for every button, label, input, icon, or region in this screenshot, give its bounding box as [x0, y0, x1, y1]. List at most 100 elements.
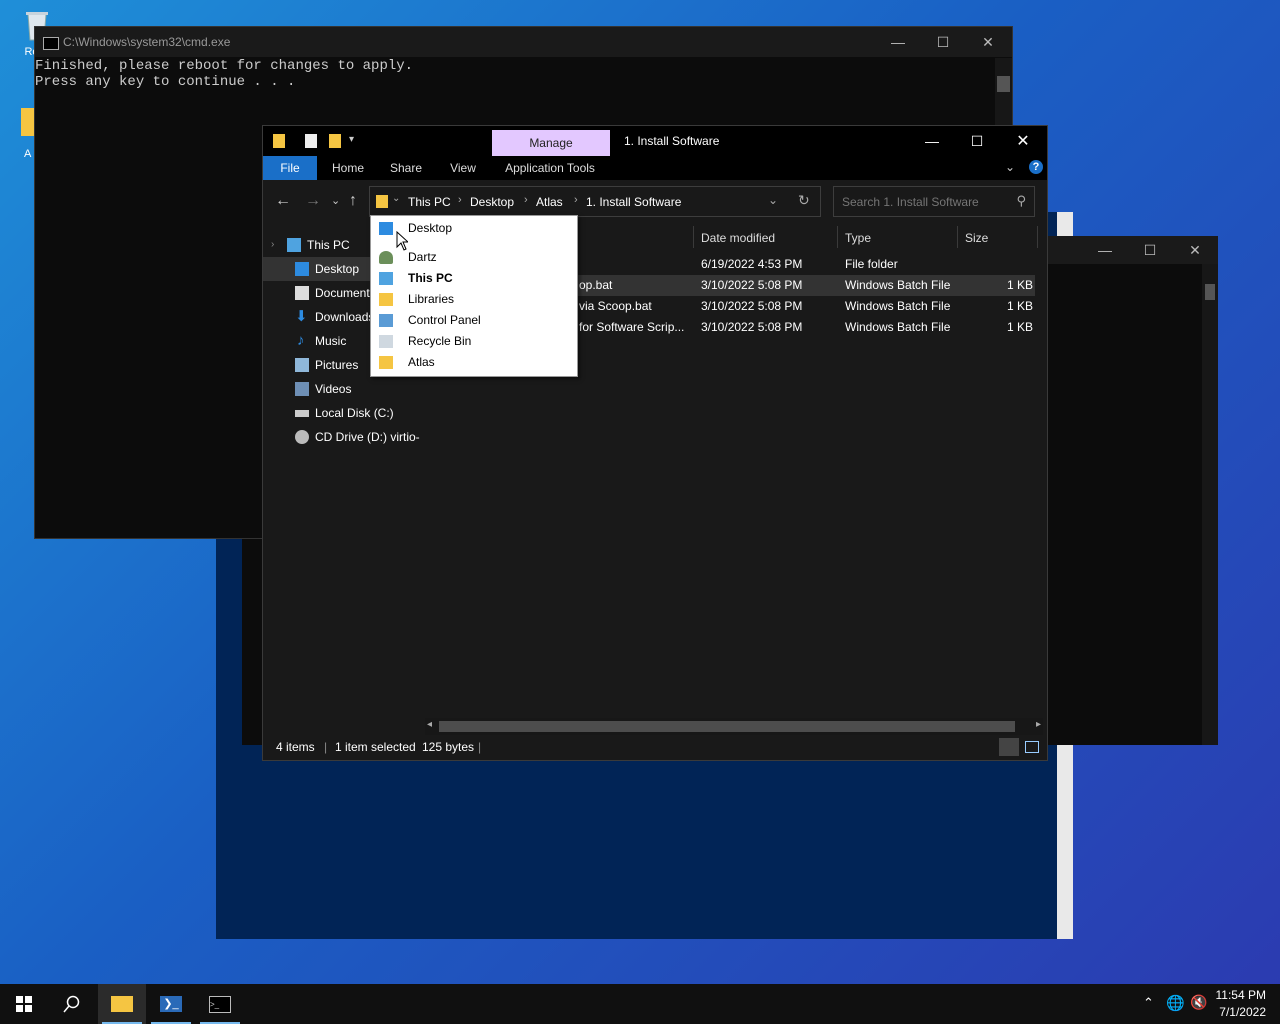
- control-panel-icon: [379, 314, 393, 327]
- help-icon[interactable]: ?: [1029, 160, 1043, 174]
- close-icon[interactable]: ✕: [1000, 127, 1046, 155]
- window-titlebar[interactable]: C:\Windows\system32\cmd.exe — ☐ ✕: [35, 27, 1012, 57]
- nav-label: This PC: [307, 238, 350, 252]
- tab-manage[interactable]: Manage: [492, 130, 610, 156]
- details-view-icon[interactable]: [999, 738, 1019, 756]
- breadcrumb-desktop[interactable]: Desktop: [470, 195, 514, 209]
- recycle-bin-icon: [379, 335, 393, 348]
- taskbar-powershell[interactable]: ❯_: [147, 984, 195, 1024]
- breadcrumb-current-folder[interactable]: 1. Install Software: [586, 195, 681, 209]
- nav-label: Desktop: [315, 262, 360, 276]
- tab-view[interactable]: View: [441, 156, 485, 180]
- clock-time: 11:54 PM: [1215, 988, 1266, 1002]
- column-header-type[interactable]: Type: [845, 226, 871, 250]
- hard-drive-icon: [295, 410, 309, 417]
- nav-label: CD Drive (D:) virtio-: [315, 430, 420, 444]
- ribbon-tabs: File Home Share View Application Tools ⌄…: [263, 156, 1047, 180]
- tab-file[interactable]: File: [263, 156, 317, 180]
- menu-item-label: Desktop: [408, 221, 453, 235]
- desktop-icon: [295, 262, 309, 276]
- customize-quick-access-icon[interactable]: ▾: [349, 134, 361, 148]
- system-clock[interactable]: 11:54 PM 7/1/2022: [1216, 987, 1266, 1021]
- address-history-chevron-icon[interactable]: ⌄: [768, 193, 778, 207]
- scrollbar-thumb[interactable]: [439, 721, 1015, 732]
- pictures-icon: [295, 358, 309, 372]
- chevron-right-icon[interactable]: ›: [524, 194, 528, 206]
- scroll-left-icon[interactable]: ◂: [427, 719, 432, 730]
- nav-label: Documents: [315, 286, 376, 300]
- search-button[interactable]: [48, 984, 96, 1024]
- chevron-right-icon[interactable]: ›: [271, 233, 274, 257]
- nav-item-videos[interactable]: Videos: [263, 377, 421, 401]
- close-icon[interactable]: ✕: [965, 28, 1011, 56]
- vertical-scrollbar[interactable]: [1202, 264, 1218, 745]
- folder-icon: [376, 195, 388, 208]
- search-box[interactable]: ⚲: [833, 186, 1035, 217]
- nav-item-cd-drive[interactable]: CD Drive (D:) virtio-: [263, 425, 421, 449]
- nav-label: Downloads: [315, 310, 375, 324]
- close-icon[interactable]: ✕: [1172, 236, 1218, 264]
- chevron-down-icon[interactable]: ⌄: [1005, 160, 1015, 174]
- terminal-output[interactable]: Finished, please reboot for changes to a…: [35, 58, 413, 90]
- row-date: 6/19/2022 4:53 PM: [701, 257, 803, 271]
- clock-date: 7/1/2022: [1219, 1005, 1266, 1019]
- windows-logo-icon: [16, 996, 32, 1012]
- column-separator: [837, 226, 838, 248]
- back-arrow-icon[interactable]: ←: [275, 192, 291, 210]
- taskbar-file-explorer[interactable]: [98, 984, 146, 1024]
- computer-icon: [379, 272, 393, 285]
- menu-item-recycle-bin[interactable]: Recycle Bin: [371, 331, 577, 352]
- large-icons-view-icon[interactable]: [1025, 741, 1039, 753]
- row-type: Windows Batch File: [845, 299, 951, 313]
- up-arrow-icon[interactable]: ↑: [349, 192, 357, 210]
- tab-home[interactable]: Home: [325, 156, 371, 180]
- properties-icon[interactable]: [305, 134, 317, 148]
- refresh-icon[interactable]: ↻: [798, 192, 810, 209]
- volume-muted-icon[interactable]: 🔇: [1190, 994, 1207, 1011]
- maximize-icon[interactable]: ☐: [954, 127, 1000, 155]
- search-input[interactable]: [834, 187, 1014, 216]
- row-size: 1 KB: [1006, 320, 1033, 334]
- chevron-right-icon[interactable]: ›: [574, 194, 578, 206]
- column-separator: [957, 226, 958, 248]
- column-header-date-modified[interactable]: Date modified: [701, 226, 775, 250]
- window-titlebar[interactable]: ▾ Manage 1. Install Software — ☐ ✕: [263, 126, 1047, 156]
- documents-icon: [295, 286, 309, 300]
- start-button[interactable]: [0, 984, 48, 1024]
- minimize-icon[interactable]: —: [875, 28, 921, 56]
- row-type: Windows Batch File: [845, 278, 951, 292]
- chevron-down-icon[interactable]: ⌄: [392, 193, 400, 204]
- minimize-icon[interactable]: —: [909, 127, 955, 155]
- new-folder-icon[interactable]: [329, 134, 341, 148]
- chevron-up-icon[interactable]: ⌃: [1143, 995, 1154, 1011]
- column-header-size[interactable]: Size: [965, 226, 988, 250]
- breadcrumb-atlas[interactable]: Atlas: [536, 195, 563, 209]
- status-separator: |: [478, 740, 482, 754]
- libraries-icon: [379, 293, 393, 306]
- tab-application-tools[interactable]: Application Tools: [495, 156, 605, 180]
- maximize-icon[interactable]: ☐: [920, 28, 966, 56]
- taskbar-cmd[interactable]: >_: [196, 984, 244, 1024]
- desktop-icon: [379, 222, 393, 235]
- network-globe-icon[interactable]: 🌐: [1166, 994, 1185, 1012]
- scroll-right-icon[interactable]: ▸: [1036, 719, 1041, 730]
- row-name: via Scoop.bat: [579, 299, 652, 313]
- minimize-icon[interactable]: —: [1082, 236, 1128, 264]
- address-bar[interactable]: ⌄ This PC › Desktop › Atlas › 1. Install…: [369, 186, 821, 217]
- maximize-icon[interactable]: ☐: [1127, 236, 1173, 264]
- download-arrow-icon: ⬇: [295, 308, 308, 325]
- menu-item-control-panel[interactable]: Control Panel: [371, 310, 577, 331]
- column-separator: [693, 226, 694, 248]
- recent-locations-chevron-icon[interactable]: ⌄: [331, 194, 340, 207]
- horizontal-scrollbar[interactable]: ◂ ▸: [425, 718, 1043, 735]
- chevron-right-icon[interactable]: ›: [458, 194, 462, 206]
- breadcrumb-this-pc[interactable]: This PC: [408, 195, 451, 209]
- forward-arrow-icon[interactable]: →: [305, 192, 321, 210]
- menu-item-libraries[interactable]: Libraries: [371, 289, 577, 310]
- menu-item-label: This PC: [408, 271, 453, 285]
- search-icon: ⚲: [1016, 193, 1026, 208]
- nav-item-local-disk[interactable]: Local Disk (C:): [263, 401, 421, 425]
- menu-item-this-pc[interactable]: This PC: [371, 268, 577, 289]
- menu-item-atlas[interactable]: Atlas: [371, 352, 577, 373]
- tab-share[interactable]: Share: [383, 156, 429, 180]
